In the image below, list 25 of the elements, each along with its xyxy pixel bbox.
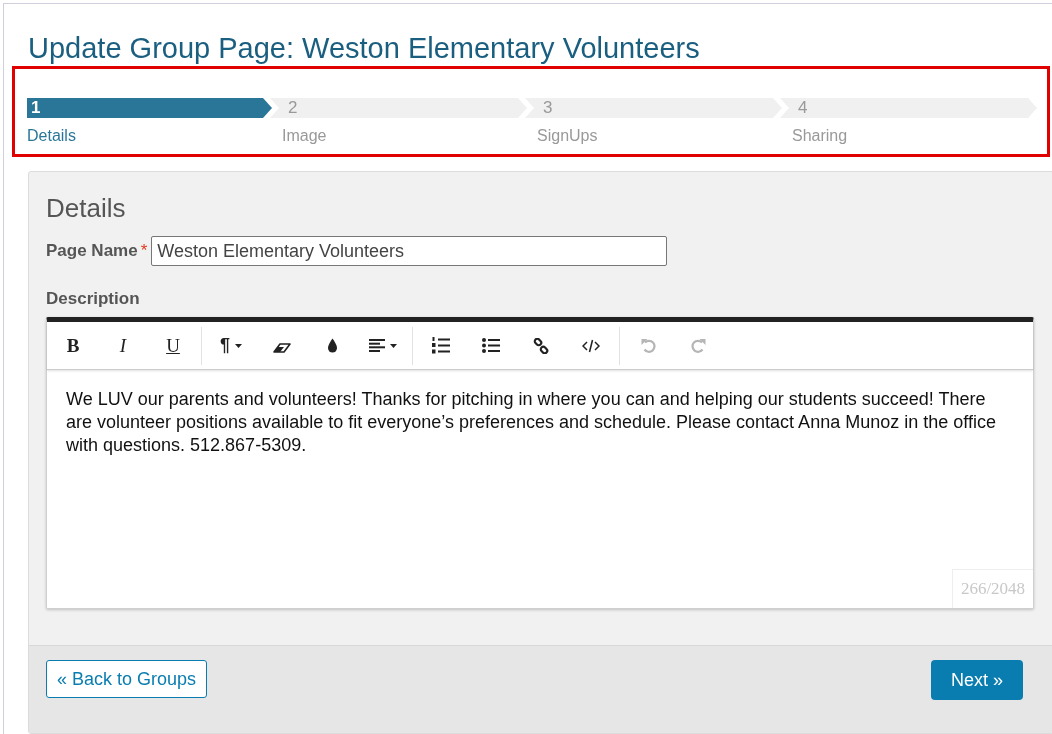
redo-icon (690, 338, 706, 353)
undo-icon (640, 338, 656, 353)
required-mark: * (140, 240, 148, 262)
italic-button[interactable]: I (98, 326, 148, 365)
drop-icon (326, 338, 338, 353)
step-label: Details (27, 126, 76, 145)
underline-button[interactable]: U (148, 326, 198, 365)
step-label: SignUps (537, 126, 598, 145)
text-input-field[interactable]: Weston Elementary Volunteers (151, 236, 668, 266)
bold-button[interactable]: B (48, 326, 98, 365)
page-title: Update Group Page: Weston Elementary Volunteers (28, 31, 700, 65)
link-icon (533, 337, 549, 354)
field-label: Page Name (46, 240, 138, 262)
step-label: Image (282, 126, 327, 145)
section-heading: Details (46, 193, 127, 223)
back-button[interactable]: « Back to Groups (46, 660, 208, 698)
step-indicator[interactable]: 1 (27, 98, 272, 118)
paragraph-style-button[interactable]: ¶ (205, 326, 257, 365)
numbered-list-icon (432, 337, 450, 354)
step-label: Sharing (792, 126, 848, 145)
field-label: Description (46, 288, 141, 310)
bullet-list-icon (482, 338, 500, 353)
code-icon (582, 338, 600, 353)
next-button[interactable]: Next » (931, 660, 1023, 700)
align-left-icon (369, 339, 385, 352)
